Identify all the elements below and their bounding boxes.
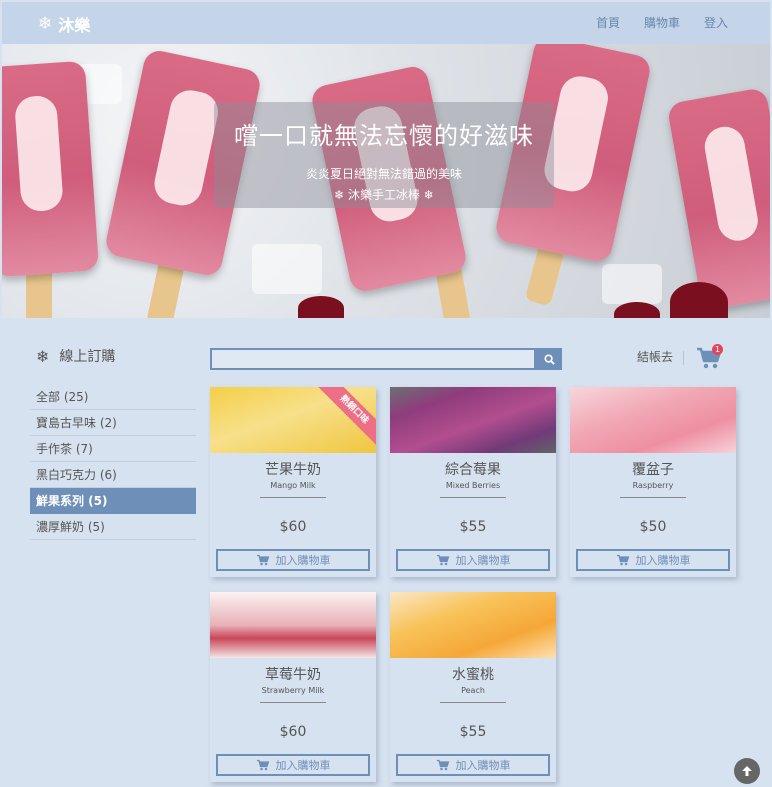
search-icon (543, 353, 555, 365)
sidebar-item-taiwan-classic[interactable]: 寶島古早味 (2) (30, 410, 196, 436)
add-to-cart-button[interactable]: 加入購物車 (216, 754, 370, 776)
product-image[interactable] (570, 387, 736, 453)
back-to-top-button[interactable] (734, 758, 760, 784)
sidebar-item-chocolate[interactable]: 黑白巧克力 (6) (30, 462, 196, 488)
product-price: $55 (459, 519, 487, 535)
product-english-name: Strawberry Milk (261, 686, 325, 695)
divider (260, 497, 326, 498)
divider (440, 497, 506, 498)
cart-icon (616, 554, 629, 566)
add-to-cart-label: 加入購物車 (455, 554, 511, 567)
divider (260, 702, 326, 703)
category-list: 全部 (25) 寶島古早味 (2) 手作茶 (7) 黑白巧克力 (6) 鮮果系列… (30, 384, 196, 540)
navbar: ❄ 沐樂 首頁 購物車 登入 (2, 2, 770, 44)
brand-logo[interactable]: ❄ 沐樂 (38, 12, 90, 36)
product-english-name: Mango Milk (270, 481, 316, 490)
snowflake-icon: ❄ (38, 14, 53, 34)
sidebar-item-all[interactable]: 全部 (25) (30, 384, 196, 410)
cart-icon (256, 759, 269, 771)
divider (440, 702, 506, 703)
product-image[interactable] (390, 592, 556, 658)
product-card: 綜合莓果 Mixed Berries $55 加入購物車 (390, 387, 556, 577)
ice-decoration (602, 264, 662, 304)
add-to-cart-label: 加入購物車 (455, 759, 511, 772)
add-to-cart-button[interactable]: 加入購物車 (216, 549, 370, 571)
hero-title: 嚐一口就無法忘懷的好滋味 (234, 122, 534, 150)
popsicle-image (666, 86, 770, 312)
add-to-cart-button[interactable]: 加入購物車 (396, 549, 550, 571)
checkout-link[interactable]: 結帳去 (637, 348, 673, 365)
nav-link-home[interactable]: 首頁 (596, 14, 620, 31)
product-card: 草莓牛奶 Strawberry Milk $60 加入購物車 (210, 592, 376, 782)
ice-decoration (252, 244, 322, 294)
search-bar (210, 348, 562, 370)
divider (683, 351, 684, 365)
hot-seller-ribbon: 熱銷口味 (313, 387, 376, 451)
sidebar-item-fresh-fruit[interactable]: 鮮果系列 (5) (30, 488, 196, 514)
nav-link-cart[interactable]: 購物車 (644, 14, 680, 31)
add-to-cart-button[interactable]: 加入購物車 (576, 549, 730, 571)
brand-name: 沐樂 (58, 16, 91, 35)
product-name: 芒果牛奶 (265, 462, 321, 478)
category-sidebar: ❄ 線上訂購 全部 (25) 寶島古早味 (2) 手作茶 (7) 黑白巧克力 (… (30, 344, 196, 540)
product-english-name: Peach (461, 686, 485, 695)
product-image[interactable] (390, 387, 556, 453)
search-button[interactable] (536, 348, 562, 370)
add-to-cart-label: 加入購物車 (275, 554, 331, 567)
product-price: $50 (639, 519, 667, 535)
sidebar-heading-label: 線上訂購 (59, 349, 116, 365)
sidebar-item-fresh-milk[interactable]: 濃厚鮮奶 (5) (30, 514, 196, 540)
hero-subtitle: 炎炎夏日絕對無法錯過的美味 (305, 167, 462, 181)
snowflake-icon: ❄ (36, 346, 50, 366)
popsicle-image (2, 60, 100, 278)
product-name: 水蜜桃 (452, 667, 494, 683)
cherry-decoration (670, 282, 728, 318)
product-name: 覆盆子 (632, 462, 674, 478)
add-to-cart-label: 加入購物車 (635, 554, 691, 567)
product-name: 綜合莓果 (445, 462, 501, 478)
divider (620, 497, 686, 498)
nav-link-login[interactable]: 登入 (704, 14, 728, 31)
product-card: 水蜜桃 Peach $55 加入購物車 (390, 592, 556, 782)
sidebar-item-handmade-tea[interactable]: 手作茶 (7) (30, 436, 196, 462)
cart-icon (256, 554, 269, 566)
hero-tagline: ❄ 沐樂手工冰棒 ❄ (334, 188, 434, 202)
cart-icon (436, 554, 449, 566)
product-english-name: Mixed Berries (445, 481, 501, 490)
product-price: $60 (279, 724, 307, 740)
product-price: $55 (459, 724, 487, 740)
product-name: 草莓牛奶 (265, 667, 321, 683)
add-to-cart-label: 加入購物車 (275, 759, 331, 772)
nav-links: 首頁 購物車 登入 (596, 14, 728, 31)
hero-caption: 嚐一口就無法忘懷的好滋味 炎炎夏日絕對無法錯過的美味 ❄ 沐樂手工冰棒 ❄ (214, 102, 554, 208)
cherry-decoration (298, 296, 344, 318)
product-card: 覆盆子 Raspberry $50 加入購物車 (570, 387, 736, 577)
arrow-up-icon (742, 766, 752, 776)
cart-count-badge: 1 (712, 344, 723, 355)
product-english-name: Raspberry (632, 481, 674, 490)
product-card: 熱銷口味 芒果牛奶 Mango Milk $60 加入購物車 (210, 387, 376, 577)
sidebar-heading: ❄ 線上訂購 (30, 344, 196, 368)
product-image[interactable] (210, 592, 376, 658)
product-price: $60 (279, 519, 307, 535)
hero-banner: 嚐一口就無法忘懷的好滋味 炎炎夏日絕對無法錯過的美味 ❄ 沐樂手工冰棒 ❄ (2, 44, 770, 318)
add-to-cart-button[interactable]: 加入購物車 (396, 754, 550, 776)
product-image[interactable]: 熱銷口味 (210, 387, 376, 453)
cart-icon (436, 759, 449, 771)
popsicle-stick (146, 263, 184, 318)
cherry-decoration (614, 302, 660, 318)
page-frame: ❄ 沐樂 首頁 購物車 登入 嚐一口就無法忘懷的好滋味 炎炎夏日絕對無法錯過的美… (2, 2, 770, 787)
search-input[interactable] (210, 348, 536, 370)
